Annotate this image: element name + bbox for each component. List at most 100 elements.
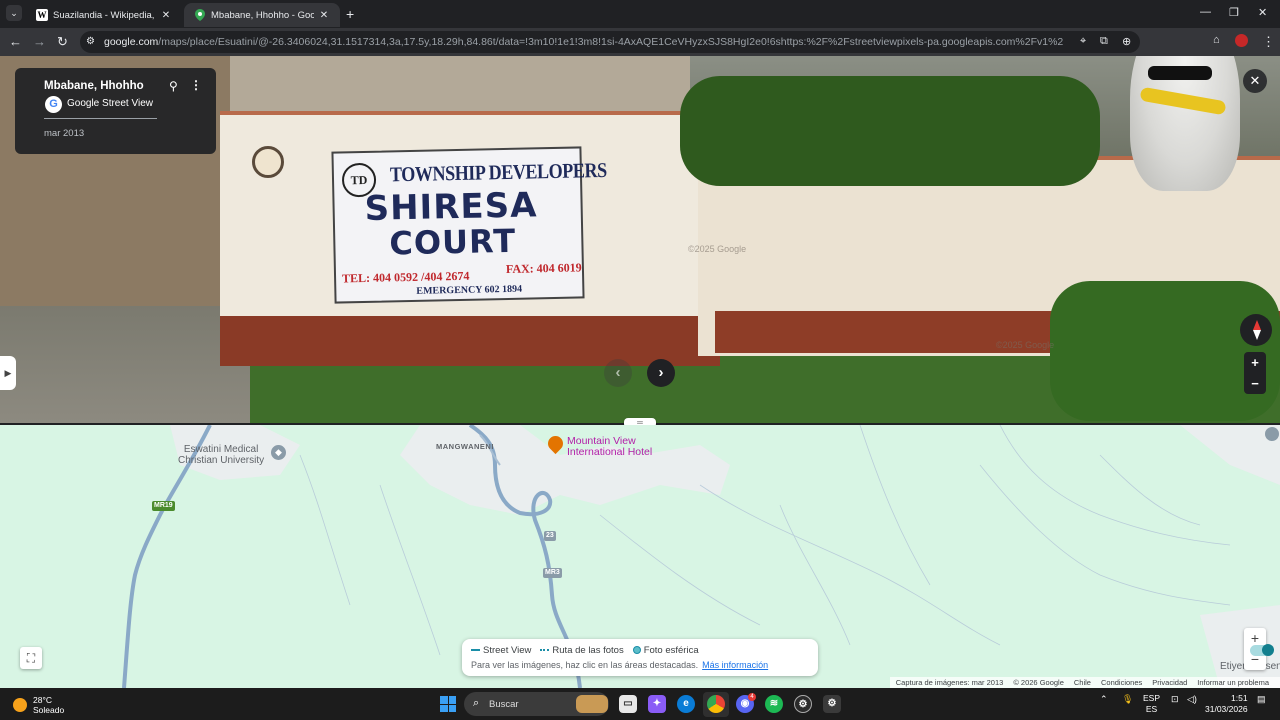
next-photo-button[interactable]: › [647, 359, 675, 387]
edge-icon[interactable]: e [677, 695, 695, 713]
street-view-layer-toggle[interactable] [1250, 644, 1274, 656]
maximize-button[interactable]: ❐ [1229, 6, 1239, 19]
place-title[interactable]: Mbabane, Hhohho [44, 80, 144, 92]
search-highlight-image [576, 695, 608, 713]
tab-strip: ⌄ W Suazilandia - Wikipedia, la enciclop… [0, 0, 1280, 28]
legend-spherical: Foto esférica [632, 645, 699, 656]
pin-icon[interactable]: ⚲ [169, 79, 178, 93]
site-info-icon[interactable]: ⚙ [86, 36, 98, 48]
more-info-link[interactable]: Más información [702, 660, 768, 670]
zoom-out-button[interactable]: − [1244, 373, 1266, 394]
task-view-icon[interactable]: ▭ [619, 695, 637, 713]
chrome-icon[interactable] [707, 695, 725, 713]
street-view-source: Google Street View [67, 98, 153, 109]
legend-photo-path: Ruta de las fotos [540, 645, 624, 656]
wall-lamp [252, 146, 284, 178]
compass-south-icon [1253, 330, 1261, 340]
close-window-button[interactable]: ✕ [1258, 6, 1267, 19]
weather-widget[interactable]: 28°C Soleado [13, 695, 64, 715]
sun-icon [13, 698, 27, 712]
sign-emergency: EMERGENCY 602 1894 [416, 283, 523, 297]
forward-button[interactable]: → [33, 34, 46, 49]
microphone-icon[interactable]: 🎙 [1122, 694, 1133, 705]
university-label[interactable]: Eswatini Medical Christian University [178, 444, 264, 466]
clock[interactable]: 1:51 31/03/2026 [1205, 693, 1248, 715]
building-back [230, 56, 690, 116]
google-watermark: ©2025 Google [996, 340, 1055, 350]
zoom-in-button[interactable]: + [1244, 352, 1266, 373]
google-logo-icon: G [45, 96, 62, 113]
university-poi-icon[interactable]: ◆ [271, 445, 286, 460]
fullscreen-icon[interactable]: ⛶ [20, 647, 42, 669]
close-icon[interactable]: ✕ [318, 10, 330, 21]
windows-taskbar: 28°C Soleado ⌕ Buscar ▭ ✦ e ◉ 4 ≋ ⚙ ⚙ ⌃ … [0, 688, 1280, 720]
copilot-icon[interactable]: ✦ [648, 695, 666, 713]
address-bar[interactable]: ⚙ google.com/maps/place/Esuatini/@-26.34… [80, 31, 1140, 53]
taskbar-search[interactable]: ⌕ Buscar [464, 692, 609, 716]
wall-base [220, 316, 720, 366]
new-tab-button[interactable]: + [346, 6, 354, 22]
tab-search-button[interactable]: ⌄ [6, 5, 22, 21]
privacy-link[interactable]: Privacidad [1152, 678, 1187, 688]
wikipedia-icon: W [36, 9, 48, 21]
chew-toy [1139, 86, 1227, 116]
chevron-up-icon[interactable]: ⌃ [1100, 694, 1108, 705]
back-button[interactable]: ← [9, 34, 22, 49]
network-icon[interactable]: ⊡ [1171, 694, 1179, 705]
route-shield-mr3: MR3 [543, 568, 562, 578]
menu-icon[interactable]: ⋮ [1262, 34, 1275, 50]
report-problem-link[interactable]: Informar un problema [1197, 678, 1269, 688]
attribution-region[interactable]: Chile [1074, 678, 1091, 688]
dotted-line-icon [540, 649, 550, 652]
temperature: 28°C [33, 695, 52, 705]
close-icon[interactable]: ✕ [160, 10, 172, 21]
reload-button[interactable]: ↻ [57, 34, 68, 50]
sign-tel: TEL: 404 0592 /404 2674 [341, 268, 470, 286]
more-options-icon[interactable]: ⋮ [190, 78, 202, 92]
legend-help-text: Para ver las imágenes, haz clic en las á… [471, 660, 769, 670]
compass-north-icon [1253, 320, 1261, 330]
toggle-knob [1262, 644, 1274, 656]
zoom-icon[interactable]: ⊕ [1122, 35, 1131, 48]
hedge [680, 76, 1100, 186]
start-button[interactable] [440, 696, 456, 712]
language-indicator[interactable]: ESP ES [1143, 693, 1160, 715]
browser-toolbar: ← → ↻ ⚙ google.com/maps/place/Esuatini/@… [0, 28, 1280, 56]
compass-button[interactable] [1240, 314, 1272, 346]
extensions-icon[interactable]: ⌂ [1213, 34, 1220, 46]
capture-date[interactable]: mar 2013 [44, 128, 84, 139]
terms-link[interactable]: Condiciones [1101, 678, 1142, 688]
line-icon [471, 649, 480, 652]
dog-sticker-image [1130, 56, 1240, 191]
spotify-icon[interactable]: ≋ [765, 695, 783, 713]
tab-google-maps[interactable]: Mbabane, Hhohho - Google Maps ✕ [184, 3, 340, 27]
route-shield-mr19: MR19 [152, 501, 175, 511]
volume-icon[interactable]: ◁) [1187, 694, 1197, 705]
dot-icon [632, 646, 641, 655]
settings-icon[interactable]: ⚙ [823, 695, 841, 713]
location-icon[interactable]: ⌖ [1080, 35, 1086, 48]
steam-icon[interactable]: ⚙ [794, 695, 812, 713]
legend-street-view: Street View [471, 645, 531, 656]
tab-wikipedia[interactable]: W Suazilandia - Wikipedia, la encicloped… [26, 3, 182, 27]
profile-avatar[interactable] [1235, 34, 1248, 47]
street-view-panel[interactable]: TD TOWNSHIP DEVELOPERS SHIRESA COURT TEL… [0, 56, 1280, 424]
hotel-label[interactable]: Mountain View International Hotel [567, 436, 652, 458]
search-icon: ⌕ [473, 697, 480, 709]
minimize-button[interactable]: — [1200, 6, 1211, 18]
date: 31/03/2026 [1205, 704, 1248, 714]
tab-title: Mbabane, Hhohho - Google Maps [211, 9, 314, 21]
url-text[interactable]: google.com/maps/place/Esuatini/@-26.3406… [104, 36, 1064, 48]
keyboard-layout: ES [1145, 704, 1158, 714]
discord-badge: 4 [748, 693, 756, 701]
map-panel[interactable]: ◆ Eswatini Medical Christian University … [0, 425, 1280, 688]
google-watermark: ©2025 Google [688, 244, 747, 254]
divider [44, 118, 157, 119]
previous-photo-button[interactable]: ‹ [604, 359, 632, 387]
close-street-view-button[interactable]: ✕ [1243, 69, 1267, 93]
street-view-info-card: Mbabane, Hhohho ⚲ ⋮ G Google Street View… [15, 68, 216, 154]
expand-side-panel-button[interactable]: ▶ [0, 356, 16, 390]
time: 1:51 [1231, 693, 1248, 703]
notification-icon[interactable]: ▤ [1257, 694, 1266, 705]
install-app-icon[interactable]: ⧉ [1100, 35, 1108, 48]
